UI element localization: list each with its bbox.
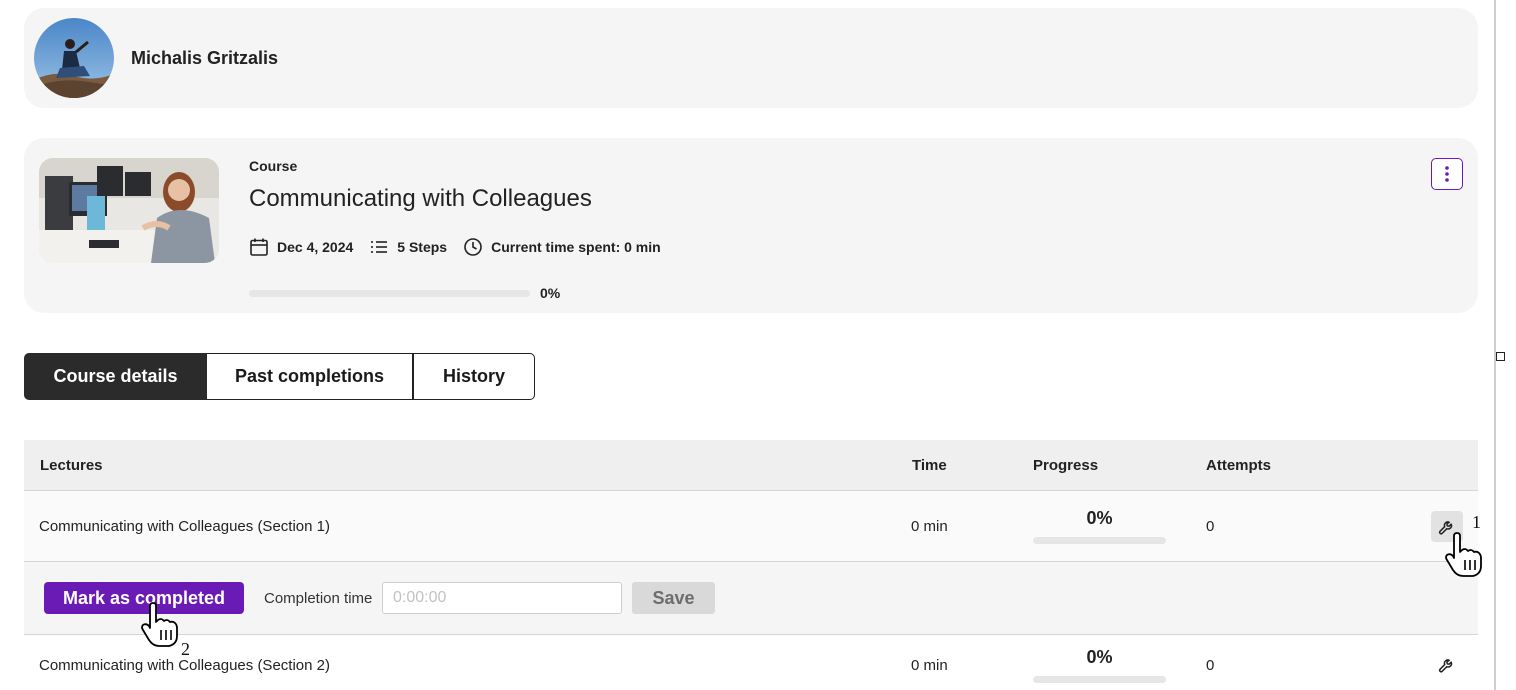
- window-right-edge: [1494, 0, 1496, 690]
- tab-history[interactable]: History: [413, 353, 535, 400]
- table-row: Communicating with Colleagues (Section 2…: [24, 635, 1478, 690]
- course-progress-bar: [249, 289, 530, 297]
- lecture-progress-bar: [1033, 537, 1166, 544]
- lecture-attempts: 0: [1206, 518, 1215, 535]
- wrench-icon: [1438, 658, 1453, 672]
- course-date-text: Dec 4, 2024: [277, 239, 354, 255]
- lecture-progress-text: 0%: [1086, 647, 1113, 667]
- table-header: Lectures Time Progress Attempts: [24, 440, 1478, 491]
- lecture-tools-button[interactable]: [1431, 649, 1463, 680]
- course-progress: 0%: [249, 285, 560, 301]
- user-name: Michalis Gritzalis: [131, 47, 279, 68]
- tab-course-details[interactable]: Course details: [24, 353, 207, 400]
- annotation-step-2: 2: [181, 639, 190, 659]
- course-type-label: Course: [249, 158, 298, 174]
- course-steps: 5 Steps: [369, 237, 447, 257]
- course-time-spent: Current time spent: 0 min: [463, 237, 661, 257]
- course-date: Dec 4, 2024: [249, 237, 353, 257]
- lecture-attempts: 0: [1206, 657, 1215, 674]
- header-attempts: Attempts: [1206, 457, 1272, 474]
- avatar: [34, 18, 114, 98]
- course-time-spent-text: Current time spent: 0 min: [491, 239, 661, 255]
- completion-panel: Mark as completed Completion time Save: [24, 562, 1478, 635]
- header-progress: Progress: [1033, 457, 1099, 474]
- lectures-table: Lectures Time Progress Attempts Communic…: [24, 440, 1478, 690]
- header-time: Time: [912, 457, 947, 474]
- save-button[interactable]: Save: [632, 582, 715, 614]
- tab-bar: Course details Past completions History: [24, 353, 535, 400]
- clock-icon: [464, 238, 482, 256]
- list-icon: [371, 241, 388, 253]
- lecture-name: Communicating with Colleagues (Section 1…: [39, 518, 330, 535]
- course-card: Course Communicating with Colleagues Dec…: [24, 138, 1478, 313]
- course-thumbnail: [39, 158, 219, 263]
- kebab-menu-icon: [1445, 166, 1449, 182]
- completion-time-label: Completion time: [264, 590, 373, 607]
- tab-past-completions[interactable]: Past completions: [207, 353, 413, 400]
- course-meta: Dec 4, 2024 5 Steps Current time spent: …: [249, 237, 677, 257]
- table-row: Communicating with Colleagues (Section 1…: [24, 491, 1478, 562]
- course-title: Communicating with Colleagues: [249, 185, 592, 212]
- lecture-progress-bar: [1033, 676, 1166, 683]
- hand-cursor-icon: [141, 602, 178, 647]
- user-card: Michalis Gritzalis: [24, 8, 1478, 108]
- calendar-icon: [250, 238, 268, 256]
- lecture-time: 0 min: [911, 657, 948, 674]
- lecture-time: 0 min: [911, 518, 948, 535]
- header-lectures: Lectures: [40, 457, 103, 474]
- course-progress-text: 0%: [540, 285, 561, 301]
- hand-cursor-icon: [1445, 532, 1482, 577]
- course-menu-button[interactable]: [1431, 158, 1463, 190]
- course-steps-text: 5 Steps: [397, 239, 448, 255]
- completion-time-input[interactable]: [382, 582, 622, 614]
- lecture-progress: 0%: [1033, 647, 1166, 683]
- lecture-progress-text: 0%: [1086, 508, 1113, 528]
- resize-handle[interactable]: [1496, 352, 1505, 361]
- lecture-progress: 0%: [1033, 508, 1166, 544]
- annotation-step-1: 1: [1472, 512, 1481, 532]
